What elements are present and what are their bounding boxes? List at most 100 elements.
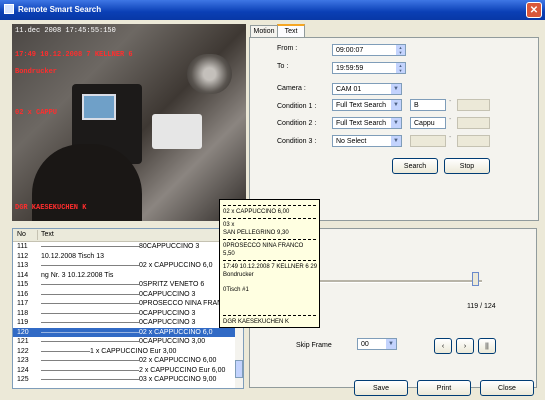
list-row[interactable]: 118 ——————————————0CAPPUCCINO 3 — [13, 309, 235, 318]
to-time-value: 19:59:59 — [336, 65, 364, 72]
list-row[interactable]: 119 ——————————————0CAPPUCCINO 3 — [13, 318, 235, 327]
condition1-separator: - — [449, 98, 452, 105]
list-row[interactable]: 115 ——————————————0SPRITZ VENETO 6 — [13, 280, 235, 289]
list-row-number: 122 — [17, 347, 29, 355]
condition3-text-input[interactable] — [410, 135, 446, 147]
list-row-text: ———————1 x CAPPUCCINO Eur 3,00 — [41, 347, 177, 355]
tooltip-line: 0Tisch #1 — [223, 287, 249, 293]
list-row-text: ——————————————0PROSECCO NINA FRAN — [41, 300, 223, 307]
list-row-text: ——————————————2 x CAPPUCCINO Eur 6,00 — [41, 366, 226, 374]
list-row[interactable]: 111 ——————————————80CAPPUCCINO 3 — [13, 242, 235, 251]
tooltip-line: 17:49 10.12.2008 7 KELLNER 6 29 — [223, 264, 318, 270]
tooltip-line: SAN PELLEGRINO 9,30 — [223, 230, 289, 236]
skip-frame-value: 00 — [361, 341, 369, 348]
list-row[interactable]: 117 ——————————————0PROSECCO NINA FRAN — [13, 299, 235, 308]
condition3-type-value: No Select — [336, 138, 367, 145]
save-button[interactable]: Save — [354, 380, 408, 396]
list-row-number: 118 — [17, 309, 29, 317]
column-header-text[interactable]: Text — [41, 231, 54, 238]
condition1-extra-input[interactable] — [457, 99, 490, 111]
condition1-text-input[interactable]: B — [410, 99, 446, 111]
list-row-number: 123 — [17, 357, 29, 364]
list-row-text: ——————————————0CAPPUCCINO 3 — [41, 319, 196, 326]
camera-select-value: CAM 01 — [336, 86, 362, 93]
skip-frame-label: Skip Frame — [296, 342, 332, 349]
tooltip-divider — [223, 205, 316, 206]
list-row-number: 117 — [17, 300, 29, 307]
list-row[interactable]: 114 ng Nr. 3 10.12.2008 Tis — [13, 271, 235, 280]
tooltip-divider — [223, 315, 316, 316]
column-header-no[interactable]: No — [17, 231, 26, 238]
to-label: To : — [277, 63, 289, 70]
to-spin-icon[interactable]: ▲ ▼ — [396, 63, 405, 73]
video-overlay-line3: 02 x CAPPU — [15, 109, 58, 117]
list-row-text: ——————————————02 x CAPPUCCINO 6,0 — [41, 328, 213, 336]
list-header: No Text — [13, 229, 243, 242]
skip-frame-dropdown-icon[interactable]: ▼ — [386, 339, 396, 349]
condition1-type-select[interactable]: Full Text Search ▼ — [332, 99, 402, 111]
close-button[interactable]: Close — [480, 380, 534, 396]
list-row[interactable]: 125 ——————————————03 x CAPPUCCINO 9,00 — [13, 375, 235, 384]
camera-label: Camera : — [277, 85, 306, 92]
tooltip-line: 03 x — [223, 222, 235, 228]
list-row-number: 116 — [17, 290, 29, 298]
pause-button[interactable]: || — [478, 338, 496, 354]
condition3-extra-input[interactable] — [457, 135, 490, 147]
video-receipt-printer — [152, 114, 202, 149]
prev-frame-button[interactable]: ‹ — [434, 338, 452, 354]
list-row[interactable]: 116 ——————————————0CAPPUCCINO 3 — [13, 290, 235, 299]
list-row-text: ng Nr. 3 10.12.2008 Tis — [41, 271, 114, 279]
list-row[interactable]: 113 ——————————————02 x CAPPUCCINO 6,0 — [13, 261, 235, 270]
list-row-text: ——————————————0CAPPUCCINO 3 — [41, 309, 196, 317]
list-row-number: 121 — [17, 338, 29, 345]
playback-position-text: 119 / 124 — [467, 303, 496, 310]
list-row-text: ——————————————0SPRITZ VENETO 6 — [41, 281, 205, 288]
condition3-type-select[interactable]: No Select ▼ — [332, 135, 402, 147]
list-row-text: ——————————————02 x CAPPUCCINO 6,0 — [41, 262, 213, 269]
list-row[interactable]: 112 10.12.2008 Tisch 13 — [13, 252, 235, 261]
list-row[interactable]: 123 ——————————————02 x CAPPUCCINO 6,00 — [13, 356, 235, 365]
from-time-field[interactable]: 09:00:07 ▲ ▼ — [332, 44, 406, 56]
condition1-label: Condition 1 : — [277, 103, 317, 110]
list-row-text: ——————————————03 x CAPPUCCINO 9,00 — [41, 376, 217, 383]
to-time-field[interactable]: 19:59:59 ▲ ▼ — [332, 62, 406, 74]
from-label: From : — [277, 45, 298, 52]
list-row-number: 114 — [17, 271, 29, 279]
list-row-number: 111 — [17, 243, 28, 250]
condition1-dropdown-icon[interactable]: ▼ — [391, 100, 401, 110]
skip-frame-select[interactable]: 00 ▼ — [357, 338, 397, 350]
video-timestamp: 11.dec 2008 17:45:55:150 — [15, 27, 116, 35]
condition2-extra-input[interactable] — [457, 117, 490, 129]
condition2-type-select[interactable]: Full Text Search ▼ — [332, 117, 402, 129]
stop-button[interactable]: Stop — [444, 158, 490, 174]
list-row[interactable]: 122 ———————1 x CAPPUCCINO Eur 3,00 — [13, 347, 235, 356]
remote-smart-search-window: Remote Smart Search ✕ 11.dec 2008 17:45:… — [0, 0, 545, 400]
list-row-number: 115 — [17, 281, 29, 288]
column-separator — [37, 230, 38, 240]
from-spin-icon[interactable]: ▲ ▼ — [396, 45, 405, 55]
list-row[interactable]: 121 ——————————————0CAPPUCCINO 3,00 — [13, 337, 235, 346]
list-row-text: ——————————————02 x CAPPUCCINO 6,00 — [41, 357, 217, 364]
list-scrollbar-thumb[interactable] — [235, 360, 243, 378]
list-row-text: ——————————————80CAPPUCCINO 3 — [41, 243, 200, 250]
playback-slider-thumb[interactable] — [471, 272, 479, 286]
search-button[interactable]: Search — [392, 158, 438, 174]
condition2-dropdown-icon[interactable]: ▼ — [391, 118, 401, 128]
condition2-type-value: Full Text Search — [336, 120, 387, 127]
window-close-button[interactable]: ✕ — [526, 2, 542, 18]
playback-slider-track[interactable] — [320, 280, 482, 283]
list-row[interactable]: 120 ——————————————02 x CAPPUCCINO 6,0 — [13, 327, 235, 337]
print-button[interactable]: Print — [417, 380, 471, 396]
video-overlay-line4: DGR KAESEKUCHEN K — [15, 204, 87, 212]
condition3-dropdown-icon[interactable]: ▼ — [391, 136, 401, 146]
condition2-text-input[interactable]: Cappu — [410, 117, 446, 129]
tab-text[interactable]: Text — [277, 24, 305, 38]
tooltip-divider — [223, 260, 316, 261]
app-icon — [4, 4, 14, 14]
list-row[interactable]: 124 ——————————————2 x CAPPUCCINO Eur 6,00 — [13, 366, 235, 375]
camera-dropdown-icon[interactable]: ▼ — [391, 84, 401, 94]
next-frame-button[interactable]: › — [456, 338, 474, 354]
video-register-screen — [82, 94, 116, 120]
camera-select[interactable]: CAM 01 ▼ — [332, 83, 402, 95]
tooltip-divider — [223, 239, 316, 240]
